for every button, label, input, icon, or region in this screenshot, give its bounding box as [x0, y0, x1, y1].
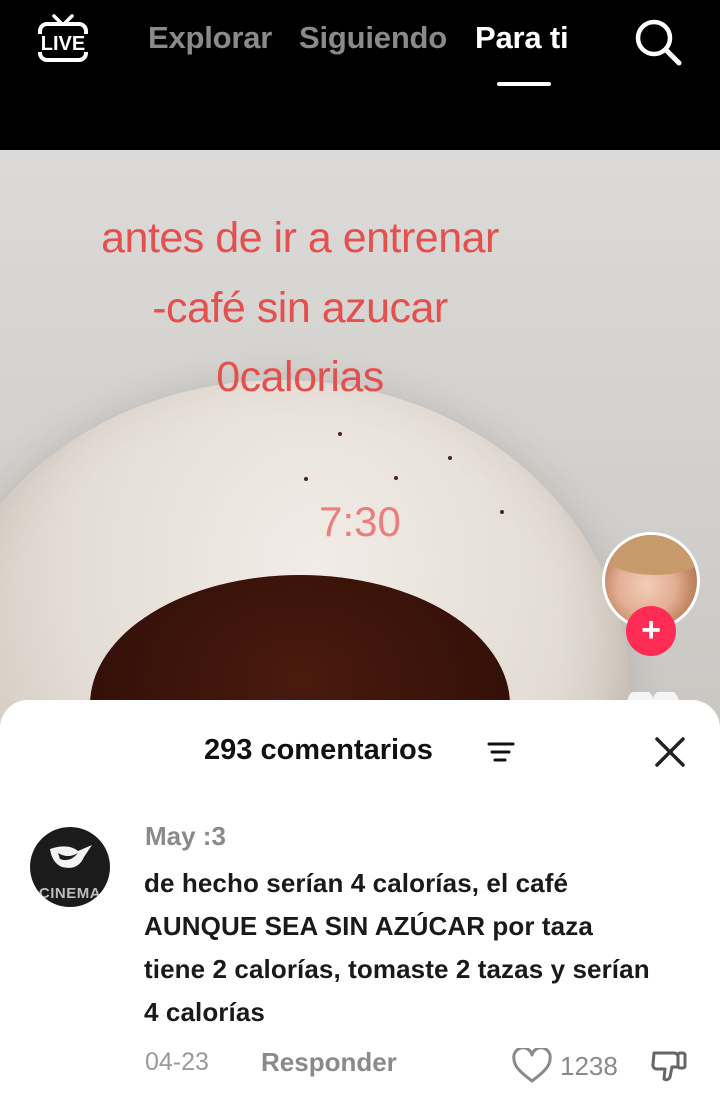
heart-icon[interactable] — [512, 1046, 552, 1084]
top-nav-bar: LIVE Explorar Siguiendo Para ti — [0, 0, 720, 150]
tab-siguiendo[interactable]: Siguiendo — [299, 20, 447, 56]
comment-text: de hecho serían 4 calorías, el café AUNQ… — [144, 868, 650, 1027]
follow-plus-button[interactable]: + — [626, 606, 676, 656]
avatar-emblem-icon — [50, 845, 92, 868]
video-caption-line: antes de ir a entrenar — [101, 214, 499, 262]
dislike-icon[interactable] — [650, 1047, 688, 1085]
commenter-avatar[interactable]: CINEMA — [30, 827, 110, 907]
video-caption-line: 0calorias — [216, 353, 384, 401]
live-tv-icon[interactable]: LIVE — [34, 12, 92, 68]
video-timestamp-text: 7:30 — [319, 498, 401, 545]
live-label: LIVE — [41, 33, 85, 55]
sort-icon[interactable] — [486, 740, 516, 764]
search-icon[interactable] — [632, 16, 684, 68]
active-tab-indicator — [497, 82, 551, 86]
video-caption-line: -café sin azucar — [152, 284, 448, 332]
tab-explorar[interactable]: Explorar — [148, 20, 272, 56]
avatar-text: CINEMA — [38, 885, 102, 902]
comment-like-count: 1238 — [560, 1051, 618, 1081]
comment-date: 04-23 — [145, 1048, 209, 1076]
comments-sheet: 293 comentarios CINEMA May :3 de hecho s… — [0, 700, 720, 1108]
reply-button[interactable]: Responder — [261, 1047, 397, 1078]
video-player[interactable]: antes de ir a entrenar -café sin azucar … — [0, 150, 720, 760]
comment-username[interactable]: May :3 — [145, 821, 226, 852]
comments-count-title: 293 comentarios — [204, 734, 433, 766]
close-icon[interactable] — [652, 734, 688, 770]
tab-para-ti[interactable]: Para ti — [475, 20, 569, 56]
